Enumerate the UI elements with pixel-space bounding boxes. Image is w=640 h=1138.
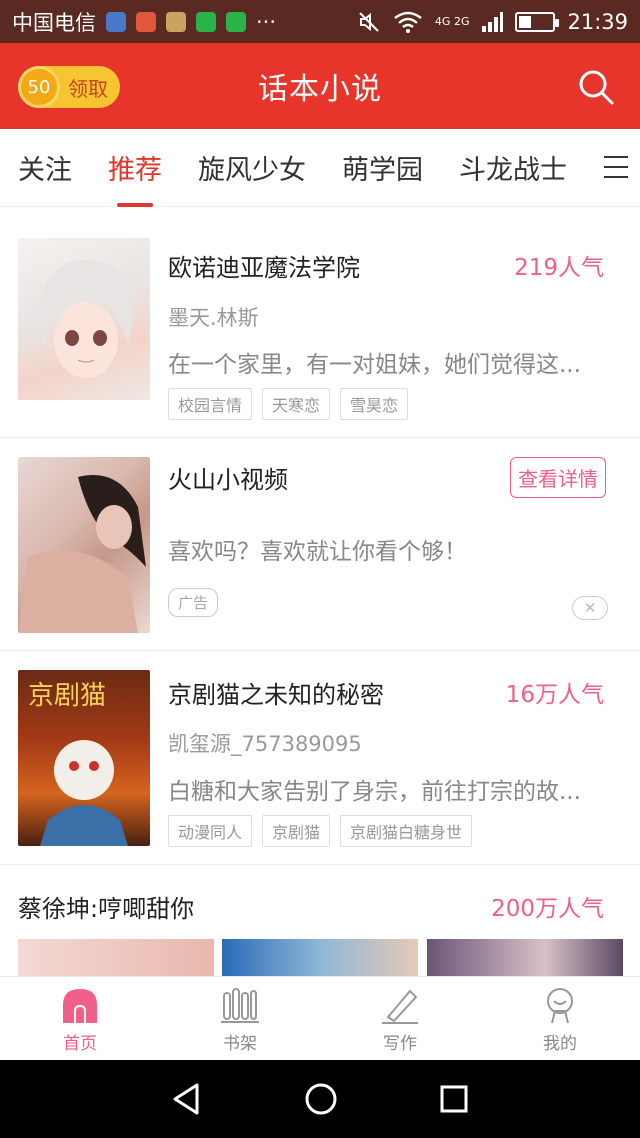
- system-navigation-bar: [0, 1060, 640, 1138]
- claim-label: 领取: [68, 76, 108, 101]
- home-button-icon[interactable]: [304, 1082, 338, 1116]
- signal-icon: [482, 11, 504, 32]
- view-details-button[interactable]: 查看详情: [510, 457, 606, 498]
- status-bar: 中国电信 ··· 4G 2G 21:39: [0, 0, 640, 43]
- tag[interactable]: 雪昊恋: [340, 388, 409, 420]
- nav-label: 我的: [543, 1034, 577, 1054]
- tag[interactable]: 动漫同人: [168, 815, 253, 847]
- close-icon[interactable]: ✕: [572, 596, 608, 620]
- tab-whirlwind-girl[interactable]: 旋风少女: [198, 129, 306, 207]
- popularity-count: 16万人气: [505, 682, 604, 708]
- nav-label: 写作: [383, 1034, 417, 1054]
- tab-meng-xue-yuan[interactable]: 萌学园: [342, 129, 423, 207]
- tab-recommend[interactable]: 推荐: [108, 129, 162, 207]
- feed: 欧诺迪亚魔法学院 219人气 墨天.林斯 在一个家里，有一对姐妹，她们觉得这..…: [0, 208, 640, 985]
- more-notifications-icon: ···: [256, 9, 277, 34]
- tag[interactable]: 天寒恋: [262, 388, 331, 420]
- story-cover-image: [18, 238, 150, 400]
- nav-write[interactable]: 写作: [320, 977, 480, 1060]
- story-author: 凯玺源_757389095: [168, 732, 362, 756]
- app-header: 50 领取 话本小说: [0, 43, 640, 129]
- coin-icon: 50: [18, 66, 60, 108]
- nav-label: 首页: [63, 1034, 97, 1054]
- nav-label: 书架: [223, 1034, 257, 1054]
- location-app-icon: [106, 11, 126, 32]
- recents-icon[interactable]: [439, 1084, 469, 1114]
- popularity-count: 200万人气: [491, 896, 604, 922]
- home-icon: [63, 989, 97, 1023]
- story-author: 墨天.林斯: [168, 306, 259, 330]
- back-icon[interactable]: [171, 1082, 203, 1116]
- tag[interactable]: 校园言情: [168, 388, 253, 420]
- story-image: [222, 939, 418, 977]
- story-tags: 校园言情 天寒恋 雪昊恋: [168, 388, 409, 420]
- menu-icon[interactable]: [600, 156, 628, 180]
- tab-follow[interactable]: 关注: [18, 129, 72, 207]
- story-description: 白糖和大家告别了身宗，前往打宗的故...: [168, 779, 581, 805]
- mute-icon: [359, 11, 379, 32]
- claim-coins-button[interactable]: 50 领取: [18, 66, 120, 108]
- story-card[interactable]: 欧诺迪亚魔法学院 219人气 墨天.林斯 在一个家里，有一对姐妹，她们觉得这..…: [0, 208, 640, 438]
- search-icon[interactable]: [576, 67, 616, 107]
- bookshelf-icon: [221, 988, 259, 1023]
- story-description: 在一个家里，有一对姐妹，她们觉得这...: [168, 352, 581, 378]
- coin-count: 50: [27, 76, 51, 98]
- nav-profile[interactable]: 我的: [480, 977, 640, 1060]
- story-cover-image: 京剧猫: [18, 670, 150, 846]
- battery-icon: [515, 11, 560, 32]
- tag[interactable]: 京剧猫: [262, 815, 331, 847]
- iqiyi-app-icon: [196, 11, 216, 32]
- tab-dou-long-zhan-shi[interactable]: 斗龙战士: [459, 129, 567, 207]
- nav-bookshelf[interactable]: 书架: [160, 977, 320, 1060]
- wifi-icon: [394, 11, 422, 33]
- story-tags: 动漫同人 京剧猫 京剧猫白糖身世: [168, 815, 473, 847]
- clock: 21:39: [567, 9, 628, 34]
- network-type: 4G 2G: [434, 15, 470, 28]
- category-tabs: 关注 推荐 旋风少女 萌学园 斗龙战士: [0, 129, 640, 207]
- ad-badge: 广告: [168, 588, 219, 617]
- iqiyi-app-icon-2: [226, 11, 246, 32]
- popularity-count: 219人气: [514, 255, 604, 281]
- story-title: 欧诺迪亚魔法学院: [168, 254, 360, 282]
- nav-home[interactable]: 首页: [0, 977, 160, 1060]
- story-card[interactable]: 蔡徐坤:哼唧甜你 200万人气: [0, 865, 640, 985]
- svg-text:京剧猫: 京剧猫: [28, 681, 106, 711]
- pen-icon: [382, 989, 418, 1024]
- profile-icon: [547, 988, 573, 1024]
- ad-description: 喜欢吗？喜欢就让你看个够！: [168, 539, 467, 565]
- carrier-name: 中国电信: [12, 10, 96, 35]
- story-card[interactable]: 京剧猫 京剧猫之未知的秘密 16万人气 凯玺源_757389095 白糖和大家告…: [0, 651, 640, 865]
- ad-title: 火山小视频: [168, 466, 288, 494]
- story-image: [18, 939, 214, 977]
- story-title: 蔡徐坤:哼唧甜你: [18, 895, 195, 923]
- page-title: 话本小说: [258, 72, 382, 107]
- app-notification-icon: [166, 11, 186, 32]
- bottom-navigation: 首页 书架 写作 我的: [0, 976, 640, 1060]
- story-image: [427, 939, 623, 977]
- mail-app-icon: [136, 11, 156, 32]
- story-title: 京剧猫之未知的秘密: [168, 681, 384, 709]
- ad-card[interactable]: 火山小视频 查看详情 喜欢吗？喜欢就让你看个够！ 广告 ✕: [0, 438, 640, 651]
- tag[interactable]: 京剧猫白糖身世: [340, 815, 473, 847]
- ad-cover-image: [18, 457, 150, 633]
